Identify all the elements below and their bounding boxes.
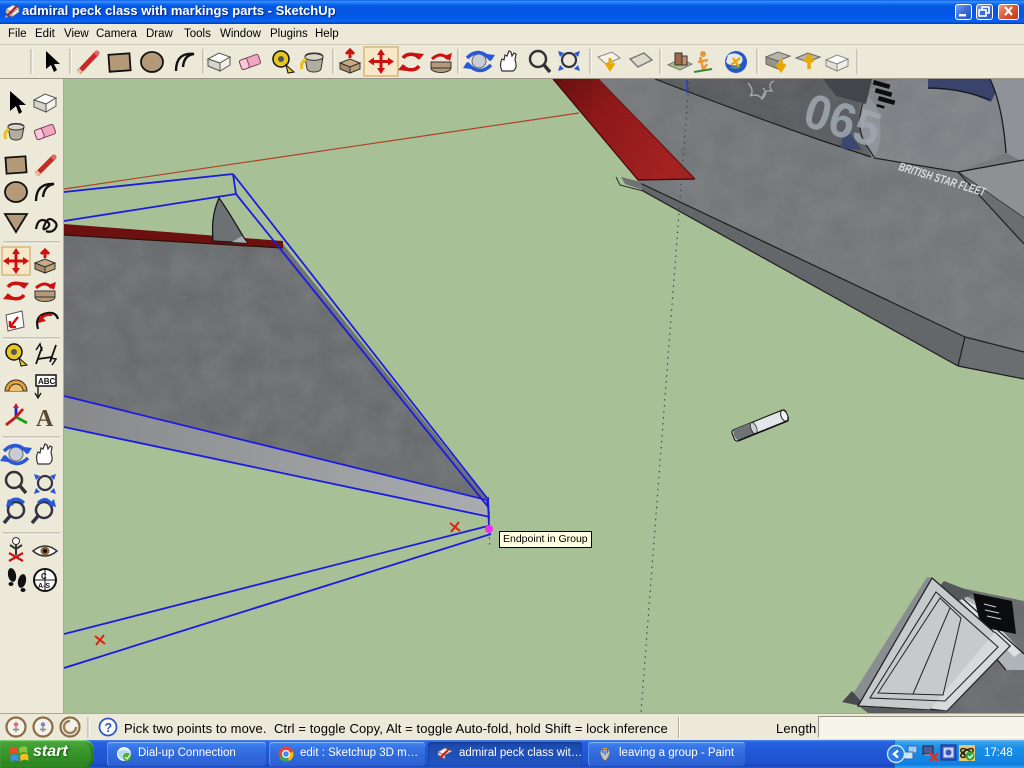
svg-text:ABC: ABC	[38, 377, 56, 386]
svg-text:C: C	[41, 572, 47, 581]
svg-text:A-S: A-S	[38, 583, 50, 590]
svg-text:A: A	[36, 406, 54, 432]
svg-text:?: ?	[105, 721, 113, 735]
